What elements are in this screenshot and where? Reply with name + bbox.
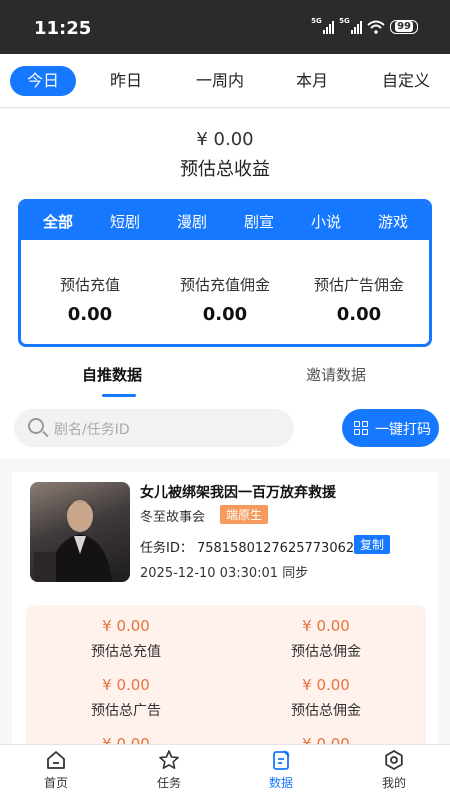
grid-icon [354, 421, 368, 435]
one-click-code-label: 一键打码 [375, 422, 431, 438]
nav-label: 任务 [156, 776, 181, 790]
battery-icon: 99 [390, 20, 418, 34]
drama-card: 女儿被绑架我因一百万放弃救援 冬至故事会 端原生 任务ID： 758158012… [12, 472, 438, 755]
metric-label: 预估充值佣金 [179, 276, 270, 294]
stat-label: 预估总佣金 [291, 644, 361, 660]
status-icons: 5G 5G 99 [311, 17, 418, 34]
status-time: 11:25 [34, 18, 92, 39]
metric-value: 0.00 [336, 304, 382, 325]
search-placeholder: 剧名/任务ID [54, 422, 130, 438]
metric-value: 0.00 [202, 304, 248, 325]
total-earnings-amount: ¥ 0.00 [196, 129, 254, 150]
tab-comic-drama[interactable]: 漫剧 [177, 211, 207, 232]
status-bar: 11:25 5G 5G 99 [0, 0, 450, 54]
tab-self-data[interactable]: 自推数据 [82, 364, 142, 385]
sync-time: 2025-12-10 03:30:01 同步 [140, 566, 309, 581]
native-badge: 端原生 [220, 505, 269, 524]
nav-label: 首页 [43, 776, 68, 790]
drama-author: 冬至故事会 [140, 510, 206, 525]
nav-home[interactable]: 首页 [26, 749, 86, 791]
total-earnings-label: 预估总收益 [180, 159, 270, 180]
tab-yesterday[interactable]: 昨日 [96, 66, 156, 96]
search-icon [28, 418, 44, 434]
tab-game[interactable]: 游戏 [378, 211, 408, 232]
tab-custom[interactable]: 自定义 [370, 66, 442, 96]
search-input[interactable]: 剧名/任务ID [14, 409, 294, 447]
home-icon [47, 751, 65, 769]
active-tab-indicator [102, 394, 136, 397]
stats-panel: ¥ 0.00 预估总充值 ¥ 0.00 预估总佣金 ¥ 0.00 预估总广告 ¥… [26, 605, 426, 755]
wifi-icon [367, 20, 385, 34]
star-icon [159, 750, 179, 769]
nav-label: 数据 [268, 776, 293, 790]
nav-tasks[interactable]: 任务 [139, 749, 199, 791]
tab-month[interactable]: 本月 [284, 66, 340, 96]
gear-icon [385, 750, 403, 770]
task-id: 任务ID： 7581580127625773062 [140, 541, 355, 556]
tab-today[interactable]: 今日 [10, 66, 76, 96]
copy-button[interactable]: 复制 [354, 535, 391, 554]
stat-label: 预估总佣金 [291, 703, 361, 719]
date-tabs: 今日 昨日 一周内 本月 自定义 [0, 54, 450, 108]
stat-value: ¥ 0.00 [102, 617, 150, 635]
tab-all[interactable]: 全部 [43, 211, 73, 232]
tab-week[interactable]: 一周内 [184, 66, 256, 96]
stat-value: ¥ 0.00 [102, 676, 150, 694]
signal-icon: 5G [311, 17, 335, 34]
nav-mine[interactable]: 我的 [364, 749, 424, 791]
metric-label: 预估充值 [59, 276, 120, 294]
stat-label: 预估总充值 [91, 644, 161, 660]
nav-label: 我的 [381, 776, 406, 790]
tab-novel[interactable]: 小说 [311, 211, 341, 232]
one-click-code-button[interactable]: 一键打码 [342, 409, 439, 447]
tab-invite-data[interactable]: 邀请数据 [306, 364, 366, 385]
category-panel: 全部 短剧 漫剧 剧宣 小说 游戏 预估充值 0.00 预估充值佣金 0.00 … [18, 199, 432, 347]
stat-label: 预估总广告 [91, 703, 161, 719]
summary-section: ¥ 0.00 预估总收益 全部 短剧 漫剧 剧宣 小说 游戏 预估充值 0.00… [0, 109, 450, 459]
category-tabs: 全部 短剧 漫剧 剧宣 小说 游戏 [21, 202, 429, 240]
drama-title: 女儿被绑架我因一百万放弃救援 [140, 485, 336, 501]
signal-icon: 5G [339, 17, 363, 34]
metric-label: 预估广告佣金 [313, 276, 404, 294]
tab-short-drama[interactable]: 短剧 [110, 211, 140, 232]
stat-value: ¥ 0.00 [302, 676, 350, 694]
data-icon [273, 750, 290, 770]
stat-value: ¥ 0.00 [302, 617, 350, 635]
tab-promo[interactable]: 剧宣 [244, 211, 274, 232]
nav-data[interactable]: 数据 [251, 749, 311, 791]
bottom-nav: 首页 任务 数据 我的 [0, 744, 450, 800]
drama-thumbnail[interactable] [30, 482, 130, 582]
metric-value: 0.00 [67, 304, 113, 325]
